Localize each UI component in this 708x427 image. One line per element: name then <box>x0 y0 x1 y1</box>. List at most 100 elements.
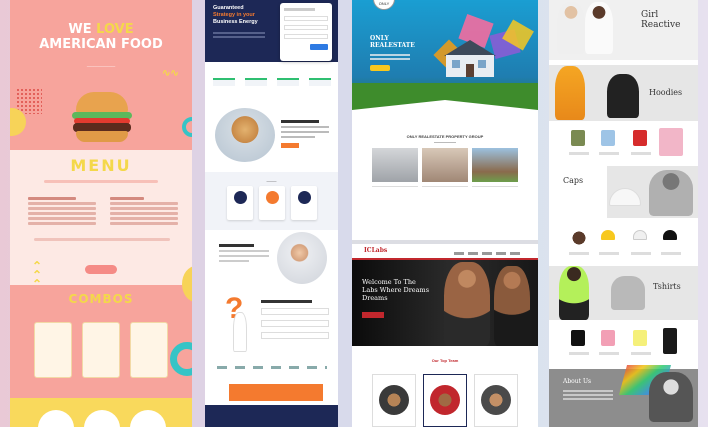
team-photo <box>215 108 275 162</box>
product-thumbnail[interactable] <box>659 128 683 156</box>
product-thumbnail[interactable] <box>663 230 677 240</box>
trainer-card[interactable] <box>372 374 416 427</box>
clothing-store-screenshot: Girl Reactive Hoodies Caps Tshirts About… <box>549 0 698 427</box>
burger-image <box>70 92 134 148</box>
gym-headline-line3: Dreams <box>362 294 388 302</box>
menu-column-left <box>28 195 96 227</box>
realestate-logo-text: ONLY <box>378 1 390 6</box>
model-image <box>585 2 613 54</box>
model-image <box>557 2 585 54</box>
business-website-screenshot: Guaranteed Strategy in your Business Ene… <box>205 0 338 427</box>
hero-headline: Guaranteed Strategy in your Business Ene… <box>213 5 281 26</box>
service-card[interactable] <box>291 186 317 220</box>
product-caption <box>599 252 619 255</box>
property-image[interactable] <box>372 148 418 182</box>
house-image <box>434 40 508 80</box>
combo-card[interactable] <box>130 322 168 378</box>
about-button[interactable] <box>281 143 299 148</box>
property-caption <box>472 186 518 202</box>
product-caption <box>569 352 589 355</box>
food-hero-title: WE LOVE AMERICAN FOOD <box>10 22 192 52</box>
menu-column-right <box>110 195 178 227</box>
people-collage-image <box>277 232 327 284</box>
property-section-title: ONLY REALESTATE PROPERTY GROUP <box>406 134 484 139</box>
hero-line1-highlight: LOVE <box>96 22 134 37</box>
product-thumbnail[interactable] <box>571 330 585 346</box>
teal-ring-decoration <box>182 117 192 137</box>
team-section-title: Our Top Team <box>431 358 459 363</box>
product-caption <box>631 352 651 355</box>
service-card[interactable] <box>227 186 253 220</box>
grey-tshirt-image <box>611 276 645 310</box>
product-thumbnail[interactable] <box>571 130 585 146</box>
hero-subtitle-bar: ──────── <box>86 64 116 70</box>
view-menu-button[interactable] <box>85 265 117 274</box>
gym-join-button[interactable] <box>362 312 384 318</box>
realestate-cta-button[interactable] <box>370 65 390 71</box>
product-caption <box>599 152 619 155</box>
property-image[interactable] <box>422 148 468 182</box>
form-submit-button[interactable] <box>310 44 328 50</box>
service-card[interactable] <box>259 186 285 220</box>
orange-hoodie-model <box>555 66 585 120</box>
cap-model-image <box>649 170 693 216</box>
black-hoodie-image <box>607 74 639 118</box>
gym-logo[interactable]: ICLabs <box>364 247 387 254</box>
product-thumbnail[interactable] <box>633 230 647 240</box>
hero-line1: WE <box>68 22 97 37</box>
call-to-action-banner[interactable] <box>229 384 323 401</box>
product-caption <box>569 152 589 155</box>
product-thumbnail[interactable] <box>601 130 615 146</box>
product-caption <box>661 252 681 255</box>
combo-card[interactable] <box>34 322 72 378</box>
food-website-screenshot: WE LOVE AMERICAN FOOD ──────── ∿∿ MENU ⌃… <box>10 0 192 427</box>
about-text-block <box>281 118 329 148</box>
teal-ring-decoration <box>170 342 192 376</box>
property-title-underline <box>434 142 456 143</box>
product-caption <box>631 252 651 255</box>
gym-headline: Welcome To The Labs Where Dreams Dreams <box>362 278 444 302</box>
zigzag-decoration: ∿∿ <box>162 68 179 79</box>
trainer-card[interactable] <box>474 374 518 427</box>
stat-item <box>213 78 235 86</box>
property-caption <box>372 186 418 202</box>
combos-title: COMBOS <box>68 292 134 306</box>
menu-title: MENU <box>70 156 132 175</box>
product-caption <box>631 152 651 155</box>
trainer-card[interactable] <box>423 374 467 427</box>
product-thumbnail[interactable] <box>601 230 615 240</box>
realestate-title-line1: ONLY <box>370 35 389 42</box>
product-thumbnail[interactable] <box>663 328 677 354</box>
faq-block <box>261 298 329 344</box>
menu-columns <box>28 195 178 227</box>
product-thumbnail[interactable] <box>633 330 647 346</box>
headline-line3: Business Energy <box>213 19 258 25</box>
product-caption <box>569 252 589 255</box>
footer <box>205 405 338 427</box>
contact-form-card <box>280 3 332 61</box>
gym-headline-line1: Welcome To The <box>362 278 416 286</box>
about-title: About Us <box>563 378 592 385</box>
hero-line2: AMERICAN FOOD <box>39 37 163 52</box>
testimonial-text-block <box>219 242 269 265</box>
menu-subtitle-bar <box>44 180 158 183</box>
realestate-text-lines <box>370 54 410 56</box>
headline-line2: Strategy in your <box>213 12 255 18</box>
athlete-image <box>444 262 490 346</box>
gym-headline-line2: Labs Where Dreams <box>362 286 430 294</box>
stat-item <box>309 78 331 86</box>
tshirts-title: Tshirts <box>653 282 681 291</box>
hero-text-lines <box>213 32 265 34</box>
property-image[interactable] <box>472 148 518 182</box>
product-thumbnail[interactable] <box>633 130 647 146</box>
services-title: ──── <box>266 180 277 184</box>
menu-filter-row <box>34 238 170 241</box>
about-text-lines <box>563 390 613 392</box>
chevron-up-decoration: ⌃ ⌃ ⌃ <box>32 259 43 291</box>
stat-item <box>245 78 267 86</box>
property-caption <box>422 186 468 202</box>
product-thumbnail[interactable] <box>601 330 615 346</box>
combo-card[interactable] <box>82 322 120 378</box>
product-caption <box>599 352 619 355</box>
product-thumbnail[interactable] <box>569 228 589 248</box>
